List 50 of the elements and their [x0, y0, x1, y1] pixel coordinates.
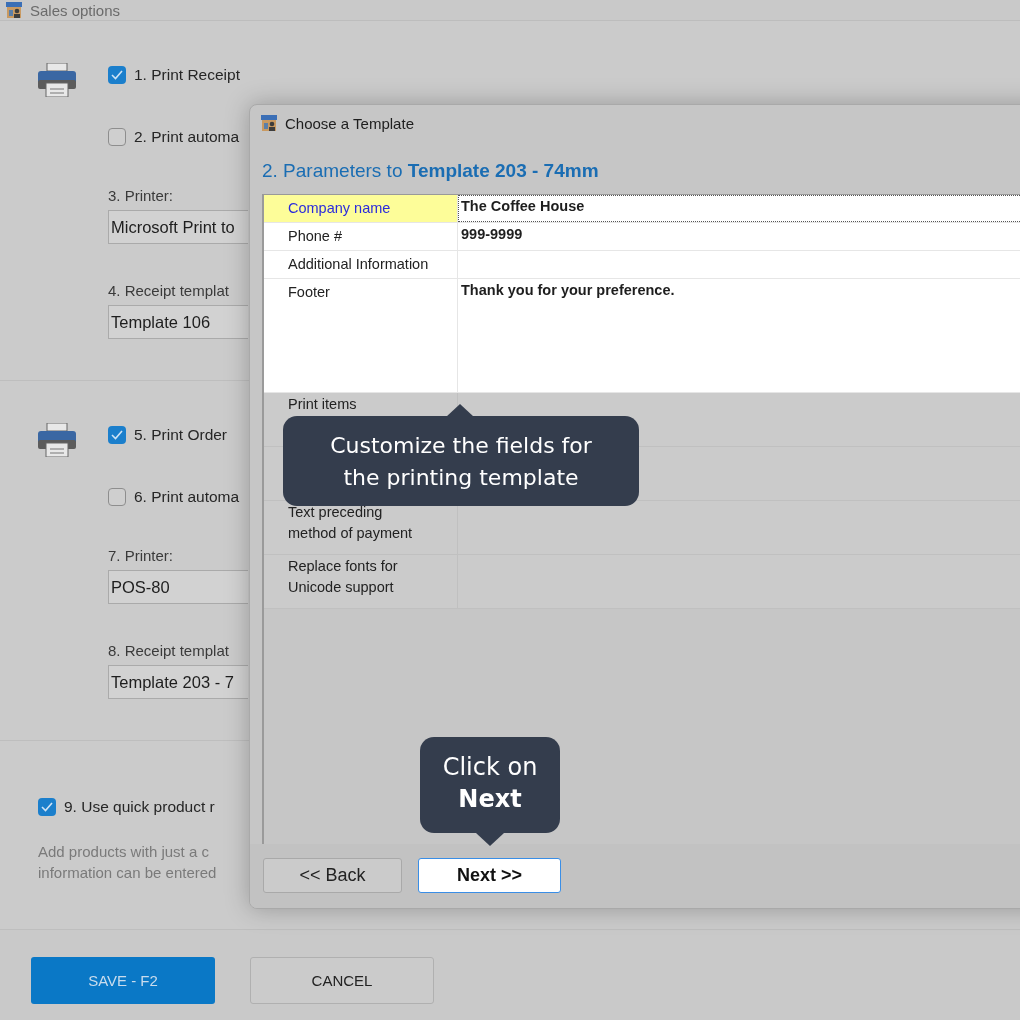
back-button[interactable]: << Back [263, 858, 402, 893]
checkbox[interactable] [38, 798, 56, 816]
dialog-title: Choose a Template [285, 114, 414, 132]
parameter-value[interactable]: Thank you for your preference. [461, 282, 675, 298]
parameter-row[interactable]: Text preceding method of payment [264, 501, 1020, 555]
next-button[interactable]: Next >> [418, 858, 561, 893]
parameter-label: Text preceding method of payment [288, 503, 414, 543]
description-text: information can be entered [38, 863, 218, 883]
parameter-label: Phone # [288, 227, 344, 246]
printer-icon [38, 63, 76, 97]
checkbox-label: 5. Print Order [134, 426, 228, 444]
parameter-label: Print items [288, 395, 358, 414]
checkbox[interactable] [108, 66, 126, 84]
parameter-row[interactable]: Replace fonts for Unicode support [264, 555, 1020, 609]
checkbox[interactable] [108, 128, 126, 146]
checkbox[interactable] [108, 488, 126, 506]
tooltip-pointer [476, 833, 504, 846]
tooltip-pointer [446, 404, 474, 417]
select-field[interactable]: Microsoft Print to [108, 210, 248, 244]
select-field[interactable]: POS-80 [108, 570, 248, 604]
select-field[interactable]: Template 106 [108, 305, 248, 339]
parameter-row[interactable]: Phone # 999-9999 [264, 223, 1020, 251]
select-field[interactable]: Template 203 - 7 [108, 665, 248, 699]
field-label: 3. Printer: [108, 187, 175, 205]
description-text: Add products with just a c [38, 842, 210, 862]
window-title: Sales options [30, 1, 121, 19]
cancel-button[interactable]: CANCEL [250, 957, 434, 1004]
store-icon [259, 113, 279, 133]
parameter-value[interactable]: 999-9999 [461, 226, 523, 242]
checkbox-label: 2. Print automa [134, 128, 240, 146]
parameter-label: Additional Information [288, 255, 430, 274]
field-label: 8. Receipt templat [108, 642, 230, 660]
field-label: 4. Receipt templat [108, 282, 230, 300]
store-icon [4, 0, 24, 20]
parameter-label: Company name [288, 199, 392, 218]
parameter-label: Footer [288, 283, 331, 302]
dialog-heading: 2. Parameters to Template 203 - 74mm [261, 159, 600, 183]
tooltip: Customize the fields for the printing template [283, 416, 639, 506]
parameter-row[interactable]: Additional Information [264, 251, 1020, 279]
checkbox-label: 1. Print Receipt [134, 66, 240, 84]
parameter-row[interactable]: Company name The Coffee House [264, 195, 1020, 223]
parameter-label: Replace fonts for Unicode support [288, 557, 399, 597]
printer-icon [38, 423, 76, 457]
checkbox-label: 6. Print automa [134, 488, 240, 506]
checkbox-label: 9. Use quick product r [64, 798, 215, 816]
tooltip: Click on Next [420, 737, 560, 833]
checkbox[interactable] [108, 426, 126, 444]
parameter-value[interactable]: The Coffee House [461, 198, 585, 214]
field-label: 7. Printer: [108, 547, 175, 565]
parameter-row[interactable]: Footer Thank you for your preference. [264, 279, 1020, 393]
